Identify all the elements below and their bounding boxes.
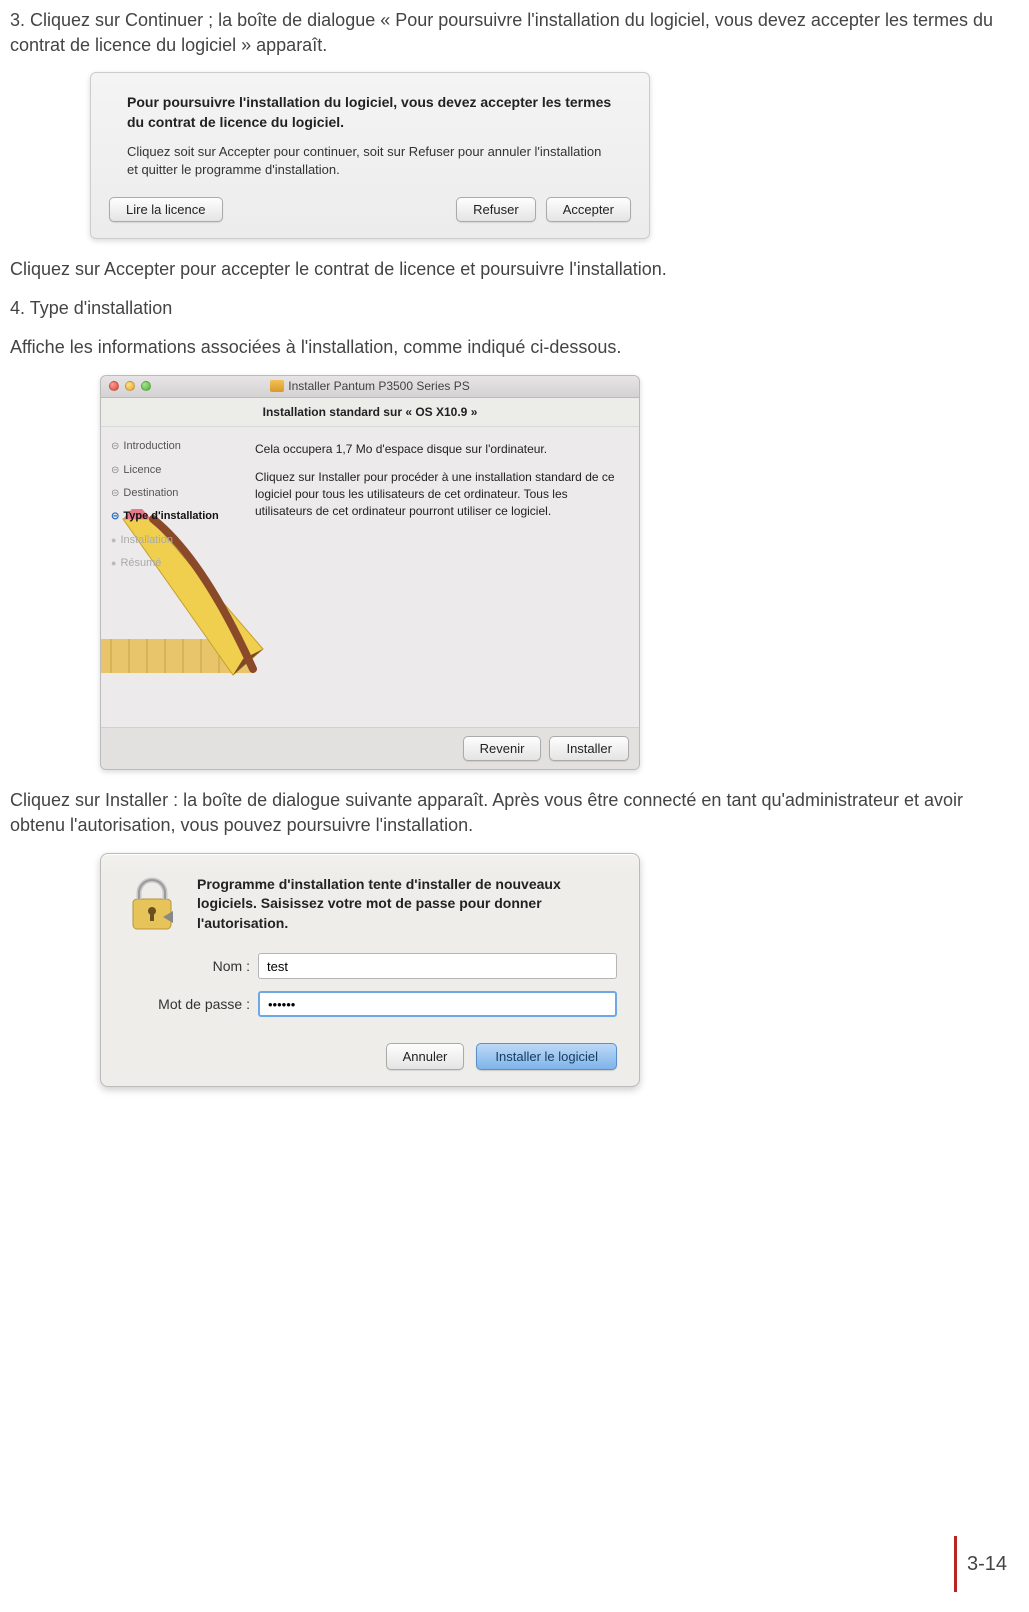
back-button[interactable]: Revenir: [463, 736, 542, 761]
dialog1-body: Cliquez soit sur Accepter pour continuer…: [127, 143, 613, 179]
installer-footer: Revenir Installer: [101, 727, 639, 769]
installer-body: Introduction Licence Destination Type d'…: [101, 427, 639, 727]
password-input[interactable]: [258, 991, 617, 1017]
installer-subtitle: Installation standard sur « OS X10.9 »: [101, 398, 639, 428]
package-icon: [270, 380, 284, 392]
sidebar-item-introduction: Introduction: [111, 439, 247, 454]
lock-icon: [123, 875, 181, 933]
sidebar-item-type: Type d'installation: [111, 509, 247, 524]
dialog1-button-row: Lire la licence Refuser Accepter: [107, 197, 633, 224]
read-license-button[interactable]: Lire la licence: [109, 197, 223, 222]
installer-main-panel: Cela occupera 1,7 Mo d'espace disque sur…: [251, 427, 639, 727]
name-row: Nom :: [123, 953, 617, 979]
installer-sidebar: Introduction Licence Destination Type d'…: [101, 427, 251, 727]
dialog1-heading: Pour poursuivre l'installation du logici…: [127, 93, 613, 132]
auth-heading: Programme d'installation tente d'install…: [197, 875, 617, 934]
password-row: Mot de passe :: [123, 991, 617, 1017]
step4-body: Affiche les informations associées à l'i…: [10, 335, 1009, 360]
after-dialog1-text: Cliquez sur Accepter pour accepter le co…: [10, 257, 1009, 282]
step3-text: 3. Cliquez sur Continuer ; la boîte de d…: [10, 8, 1009, 58]
after-dialog2-text: Cliquez sur Installer : la boîte de dial…: [10, 788, 1009, 838]
sidebar-item-installation: Installation: [111, 533, 247, 548]
refuse-button[interactable]: Refuser: [456, 197, 536, 222]
password-label: Mot de passe :: [123, 995, 258, 1015]
auth-dialog-header: Programme d'installation tente d'install…: [101, 854, 639, 948]
zoom-icon[interactable]: [141, 381, 151, 391]
name-label: Nom :: [123, 957, 258, 977]
titlebar: Installer Pantum P3500 Series PS: [101, 376, 639, 398]
install-button[interactable]: Installer: [549, 736, 629, 761]
auth-dialog: Programme d'installation tente d'install…: [100, 853, 640, 1088]
sidebar-item-licence: Licence: [111, 463, 247, 478]
auth-button-row: Annuler Installer le logiciel: [101, 1043, 639, 1070]
sidebar-item-resume: Résumé: [111, 556, 247, 571]
license-accept-dialog: Pour poursuivre l'installation du logici…: [90, 72, 650, 239]
step4-title: 4. Type d'installation: [10, 296, 1009, 321]
installer-window: Installer Pantum P3500 Series PS Install…: [100, 375, 640, 771]
disk-space-text: Cela occupera 1,7 Mo d'espace disque sur…: [255, 441, 625, 458]
sidebar-item-destination: Destination: [111, 486, 247, 501]
traffic-lights: [109, 381, 151, 391]
close-icon[interactable]: [109, 381, 119, 391]
name-input[interactable]: [258, 953, 617, 979]
cancel-button[interactable]: Annuler: [386, 1043, 465, 1070]
minimize-icon[interactable]: [125, 381, 135, 391]
auth-form: Nom : Mot de passe :: [101, 947, 639, 1043]
install-software-button[interactable]: Installer le logiciel: [476, 1043, 617, 1070]
accept-button[interactable]: Accepter: [546, 197, 631, 222]
install-description-text: Cliquez sur Installer pour procéder à un…: [255, 469, 625, 521]
window-title: Installer Pantum P3500 Series PS: [101, 378, 639, 395]
page-number: 3-14: [954, 1536, 1007, 1592]
